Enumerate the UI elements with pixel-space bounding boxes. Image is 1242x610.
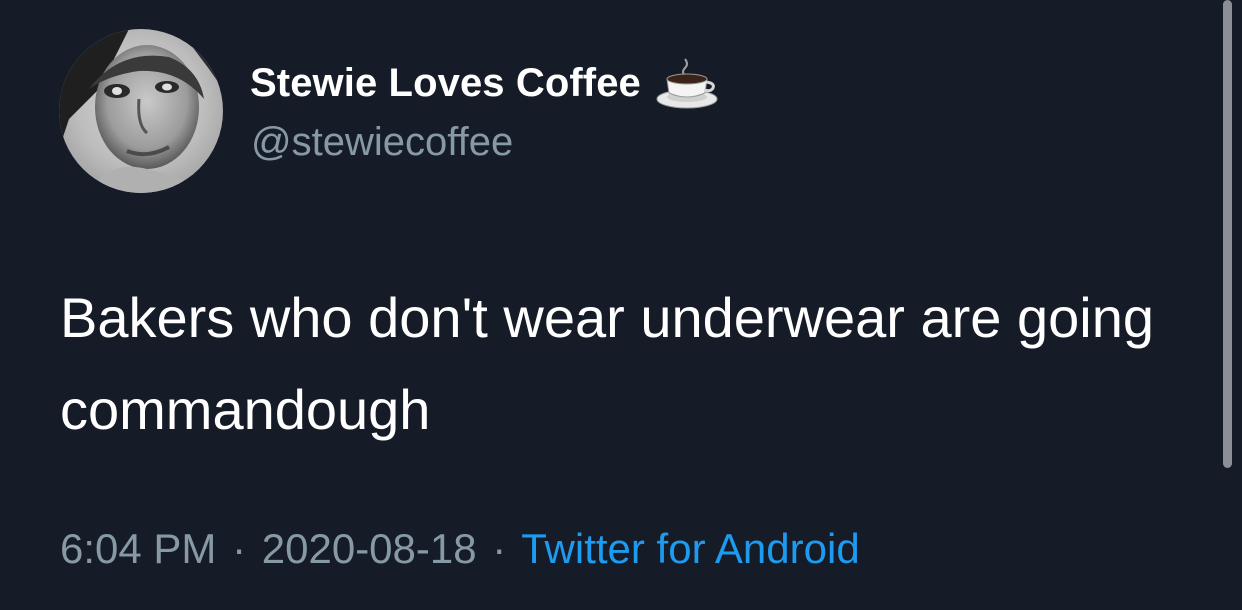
- display-name-row[interactable]: Stewie Loves Coffee: [250, 57, 719, 109]
- tweet-date[interactable]: 2020-08-18: [262, 525, 477, 572]
- display-name[interactable]: Stewie Loves Coffee: [250, 61, 641, 106]
- scrollbar[interactable]: [1223, 0, 1232, 468]
- separator: ·: [232, 525, 247, 572]
- separator: ·: [492, 525, 507, 572]
- hot-coffee-icon: [655, 57, 719, 109]
- handle[interactable]: @stewiecoffee: [251, 120, 513, 165]
- tweet: Stewie Loves Coffee @stewiecoffee Bakers…: [0, 0, 1242, 610]
- tweet-text: Bakers who don't wear underwear are goin…: [60, 286, 1154, 441]
- avatar-photo: [59, 29, 223, 193]
- avatar[interactable]: [59, 29, 223, 193]
- tweet-source-link[interactable]: Twitter for Android: [521, 525, 859, 572]
- tweet-time[interactable]: 6:04 PM: [60, 525, 216, 572]
- tweet-metadata: 6:04 PM · 2020-08-18 · Twitter for Andro…: [60, 525, 860, 573]
